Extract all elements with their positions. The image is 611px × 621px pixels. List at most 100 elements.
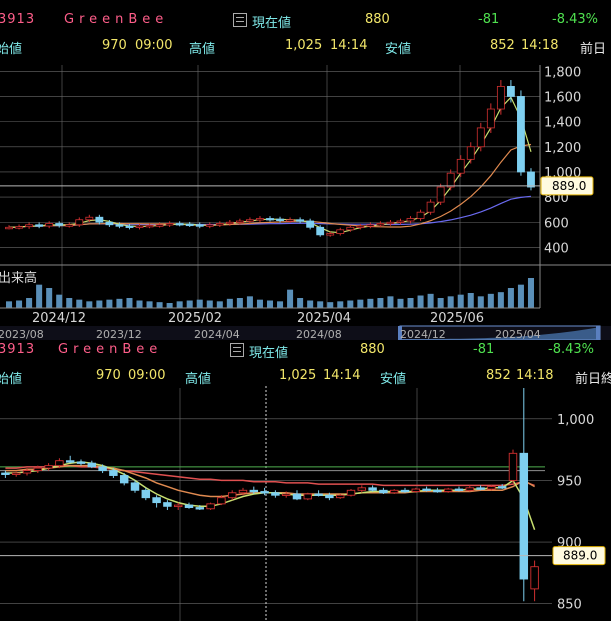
daily-x-tick: 2024/12 [32,311,86,326]
volume-bar [16,300,23,308]
intraday-candle [476,487,485,490]
intraday-candle [433,489,442,493]
volume-bar [46,288,53,308]
daily-candle [406,218,415,222]
intraday-ma-line [5,461,536,530]
daily-candle [316,226,325,236]
intraday-candles [1,388,539,602]
daily-y-tick: 1,800 [544,65,581,80]
daily-candle [145,225,154,228]
daily-candle [65,224,74,227]
intraday-candle [508,452,518,481]
intraday-candle [22,470,32,474]
volume-bar [357,299,364,308]
intraday-candle [519,452,529,580]
volume-bar [417,295,424,308]
intraday-y-axis: 8509009501,000 [557,413,594,613]
volume-bar [487,293,494,308]
daily-candle [456,158,465,174]
navigator-handle-right [596,326,600,340]
volume-bar [76,299,83,308]
open-value: 970 [102,38,127,53]
daily-candle [246,219,254,222]
current-price: 880 [365,12,390,27]
price-change-percent: -8.43% [552,12,598,27]
volume-bar [206,300,213,308]
daily-x-tick: 2025/04 [297,311,351,326]
intraday-candle [422,488,431,492]
daily-candle [115,224,124,227]
intraday-candle [152,497,161,504]
volume-bar [66,298,73,308]
intraday-candle [11,472,21,475]
volume-bar [307,300,314,308]
volume-bar [126,298,133,308]
daily-candle [125,225,134,228]
top-stats-row: 始値 970 09:00 高値 1,025 14:14 安値 852 14:18… [0,36,611,57]
daily-chart[interactable]: 4006008001,0001,2001,4001,6001,800 出来高 2… [0,60,611,340]
intraday-candle [530,566,539,590]
volume-bar [497,292,504,308]
intraday-candle [389,489,399,494]
intraday-candle [227,492,237,499]
volume-bar [447,296,454,308]
intraday-candle [238,489,248,494]
daily-candle [155,224,164,227]
intraday-candle [55,460,64,467]
open-time: 09:00 [135,38,173,53]
low-time-2: 14:18 [516,368,554,383]
volume-pane: 出来高 [0,270,540,309]
daily-candle [256,218,264,221]
intraday-candle [443,488,453,492]
intraday-candle [249,489,259,493]
volume-bar [176,301,183,308]
intraday-candle [379,489,388,494]
volume-bar [527,278,534,308]
volume-bar [146,301,153,308]
intraday-candle [33,467,43,472]
intraday-candle [497,486,507,489]
daily-candle [276,218,284,222]
intraday-candle [119,475,129,484]
volume-bar [86,301,93,308]
volume-bar [297,298,304,308]
open-time-2: 09:00 [128,368,166,383]
open-label-2: 始値 [0,372,23,387]
daily-y-tick: 400 [544,241,569,256]
intraday-candle [130,482,140,491]
volume-bar [136,300,143,308]
volume-bar [407,298,414,308]
daily-price-label: 889.0 [552,179,586,193]
daily-candle [416,211,425,219]
bottom-stats-row: 始値 970 09:00 高値 1,025 14:14 安値 852 14:18… [0,366,611,387]
intraday-candle [411,488,421,492]
daily-candle [476,127,485,148]
intraday-price-label: 889.0 [563,549,597,563]
low-value-2: 852 [486,368,511,383]
intraday-candle [173,504,183,508]
navigator-tick: 2023/08 [0,328,44,340]
intraday-candle [487,486,496,490]
intraday-candle [325,494,334,499]
intraday-y-tick: 950 [557,474,582,489]
current-price-label: 現在値 [252,16,292,31]
daily-candle [175,223,184,226]
volume-bar [236,298,243,308]
daily-candle [466,146,475,160]
menu-icon-2[interactable] [230,343,244,357]
intraday-grid [0,386,552,621]
high-label-2: 高値 [185,372,212,387]
intraday-candle [65,460,75,463]
intraday-candle [109,470,118,476]
daily-candle [135,225,144,228]
daily-candle [286,219,294,222]
open-label: 始値 [0,42,23,57]
intraday-chart[interactable]: 8509009501,000 889.0 [0,386,611,621]
daily-x-tick: 2025/02 [168,311,222,326]
volume-bar [517,284,524,308]
menu-icon[interactable] [233,13,247,27]
daily-candle [496,85,505,110]
intraday-candle [281,493,291,496]
intraday-candle [400,489,410,493]
open-value-2: 970 [96,368,121,383]
